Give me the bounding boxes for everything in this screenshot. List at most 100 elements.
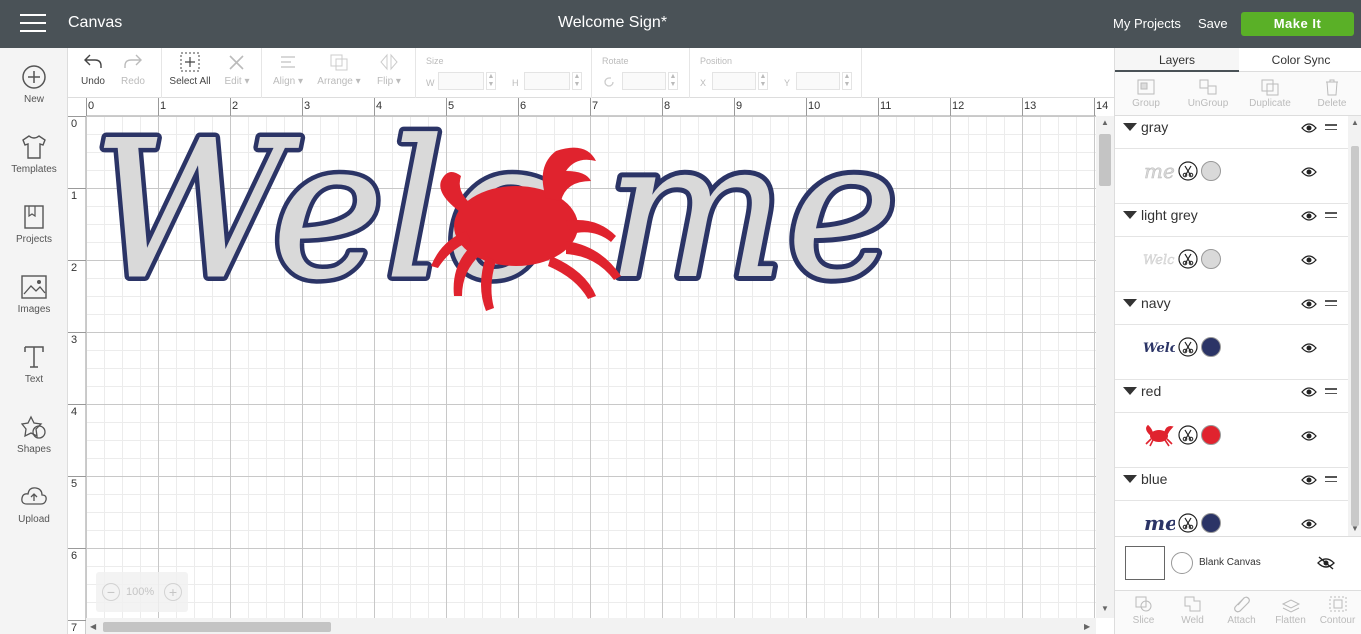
horizontal-scroll-thumb[interactable]: [103, 622, 331, 632]
nav-upload[interactable]: Upload: [0, 484, 68, 546]
vertical-scrollbar[interactable]: ▲ ▼: [1096, 116, 1114, 618]
flip-button[interactable]: Flip ▾: [372, 52, 406, 87]
height-input[interactable]: [524, 72, 570, 90]
scroll-left-arrow-icon[interactable]: ◀: [90, 622, 96, 631]
collapse-triangle-icon[interactable]: [1123, 299, 1137, 307]
slice-button[interactable]: Slice: [1119, 595, 1168, 626]
drag-handle-icon[interactable]: [1325, 476, 1337, 485]
nav-new[interactable]: New: [0, 64, 68, 126]
layers-scroll-up-icon[interactable]: ▲: [1351, 118, 1359, 127]
layer-group-navy[interactable]: navy: [1115, 292, 1348, 325]
nav-images[interactable]: Images: [0, 274, 68, 336]
height-stepper[interactable]: ▲ ▼: [572, 72, 582, 90]
scissors-icon[interactable]: [1178, 513, 1198, 533]
select-all-button[interactable]: Select All: [168, 52, 212, 87]
eye-icon[interactable]: [1301, 210, 1317, 222]
y-stepper[interactable]: ▲ ▼: [842, 72, 852, 90]
vertical-scroll-thumb[interactable]: [1099, 134, 1111, 186]
drag-handle-icon[interactable]: [1325, 124, 1337, 133]
scroll-right-arrow-icon[interactable]: ▶: [1084, 622, 1090, 631]
blank-canvas-color[interactable]: [1171, 552, 1193, 574]
width-stepper[interactable]: ▲ ▼: [486, 72, 496, 90]
nav-projects[interactable]: Projects: [0, 204, 68, 266]
redo-button[interactable]: Redo: [118, 52, 148, 87]
collapse-triangle-icon[interactable]: [1123, 211, 1137, 219]
eye-icon[interactable]: [1301, 386, 1317, 398]
welcome-design[interactable]: Welc Welc me me: [86, 116, 1096, 618]
horizontal-scrollbar[interactable]: ◀ ▶: [86, 618, 1096, 634]
eye-icon[interactable]: [1301, 254, 1317, 266]
me-letters[interactable]: me me: [601, 116, 904, 326]
image-icon: [21, 275, 47, 299]
eye-hidden-icon[interactable]: [1317, 556, 1335, 570]
layers-scroll-down-icon[interactable]: ▼: [1351, 524, 1359, 533]
weld-button[interactable]: Weld: [1168, 595, 1217, 626]
attach-button[interactable]: Attach: [1217, 595, 1266, 626]
my-projects-link[interactable]: My Projects: [1113, 16, 1181, 31]
scissors-icon[interactable]: [1178, 249, 1198, 269]
layer-group-red[interactable]: red: [1115, 380, 1348, 413]
blank-canvas-swatch[interactable]: [1125, 546, 1165, 580]
scroll-up-arrow-icon[interactable]: ▲: [1101, 118, 1109, 127]
scissors-icon[interactable]: [1178, 337, 1198, 357]
eye-icon[interactable]: [1301, 298, 1317, 310]
delete-button[interactable]: Delete: [1301, 78, 1361, 109]
eye-icon[interactable]: [1301, 518, 1317, 530]
nav-text[interactable]: Text: [0, 344, 68, 406]
collapse-triangle-icon[interactable]: [1123, 387, 1137, 395]
color-swatch[interactable]: [1201, 337, 1221, 357]
layers-scroll-thumb[interactable]: [1351, 146, 1359, 526]
y-input[interactable]: [796, 72, 840, 90]
layer-item-blue[interactable]: me: [1115, 501, 1348, 536]
eye-icon[interactable]: [1301, 166, 1317, 178]
layer-item-light-grey[interactable]: Welc: [1115, 237, 1348, 292]
tab-layers[interactable]: Layers: [1115, 48, 1239, 72]
zoom-in-button[interactable]: +: [164, 583, 182, 601]
rotate-input[interactable]: [622, 72, 666, 90]
layer-item-red[interactable]: [1115, 413, 1348, 468]
save-button[interactable]: Save: [1198, 16, 1228, 31]
undo-button[interactable]: Undo: [78, 52, 108, 87]
layer-item-gray[interactable]: me: [1115, 149, 1348, 204]
nav-templates[interactable]: Templates: [0, 134, 68, 196]
rotate-stepper[interactable]: ▲ ▼: [668, 72, 678, 90]
scroll-down-arrow-icon[interactable]: ▼: [1101, 604, 1109, 613]
make-it-button[interactable]: Make It: [1241, 12, 1354, 36]
eye-icon[interactable]: [1301, 342, 1317, 354]
flatten-button[interactable]: Flatten: [1266, 595, 1315, 626]
eye-icon[interactable]: [1301, 430, 1317, 442]
eye-icon[interactable]: [1301, 122, 1317, 134]
collapse-triangle-icon[interactable]: [1123, 123, 1137, 131]
scissors-icon[interactable]: [1178, 161, 1198, 181]
scissors-icon[interactable]: [1178, 425, 1198, 445]
eye-icon[interactable]: [1301, 474, 1317, 486]
duplicate-button[interactable]: Duplicate: [1239, 78, 1301, 109]
drag-handle-icon[interactable]: [1325, 300, 1337, 309]
layer-group-light-grey[interactable]: light grey: [1115, 204, 1348, 237]
x-stepper[interactable]: ▲ ▼: [758, 72, 768, 90]
arrange-button[interactable]: Arrange ▾: [314, 52, 364, 87]
blank-canvas-row[interactable]: Blank Canvas: [1115, 536, 1361, 590]
layers-scrollbar[interactable]: ▲ ▼: [1348, 116, 1361, 536]
drag-handle-icon[interactable]: [1325, 212, 1337, 221]
color-swatch[interactable]: [1201, 161, 1221, 181]
color-swatch[interactable]: [1201, 513, 1221, 533]
x-input[interactable]: [712, 72, 756, 90]
ungroup-button[interactable]: UnGroup: [1177, 78, 1239, 109]
edit-menu-button[interactable]: Edit ▾: [220, 52, 254, 87]
color-swatch[interactable]: [1201, 249, 1221, 269]
layer-group-blue[interactable]: blue: [1115, 468, 1348, 501]
align-button[interactable]: Align ▾: [270, 52, 306, 87]
tab-color-sync[interactable]: Color Sync: [1239, 48, 1361, 72]
layer-group-gray[interactable]: gray: [1115, 116, 1348, 149]
layer-item-navy[interactable]: Welc: [1115, 325, 1348, 380]
nav-shapes[interactable]: Shapes: [0, 414, 68, 476]
width-input[interactable]: [438, 72, 484, 90]
ruler-h-number: 7: [592, 100, 599, 112]
collapse-triangle-icon[interactable]: [1123, 475, 1137, 483]
color-swatch[interactable]: [1201, 425, 1221, 445]
contour-button[interactable]: Contour: [1313, 595, 1361, 626]
group-button[interactable]: Group: [1115, 78, 1177, 109]
zoom-out-button[interactable]: −: [102, 583, 120, 601]
drag-handle-icon[interactable]: [1325, 388, 1337, 397]
